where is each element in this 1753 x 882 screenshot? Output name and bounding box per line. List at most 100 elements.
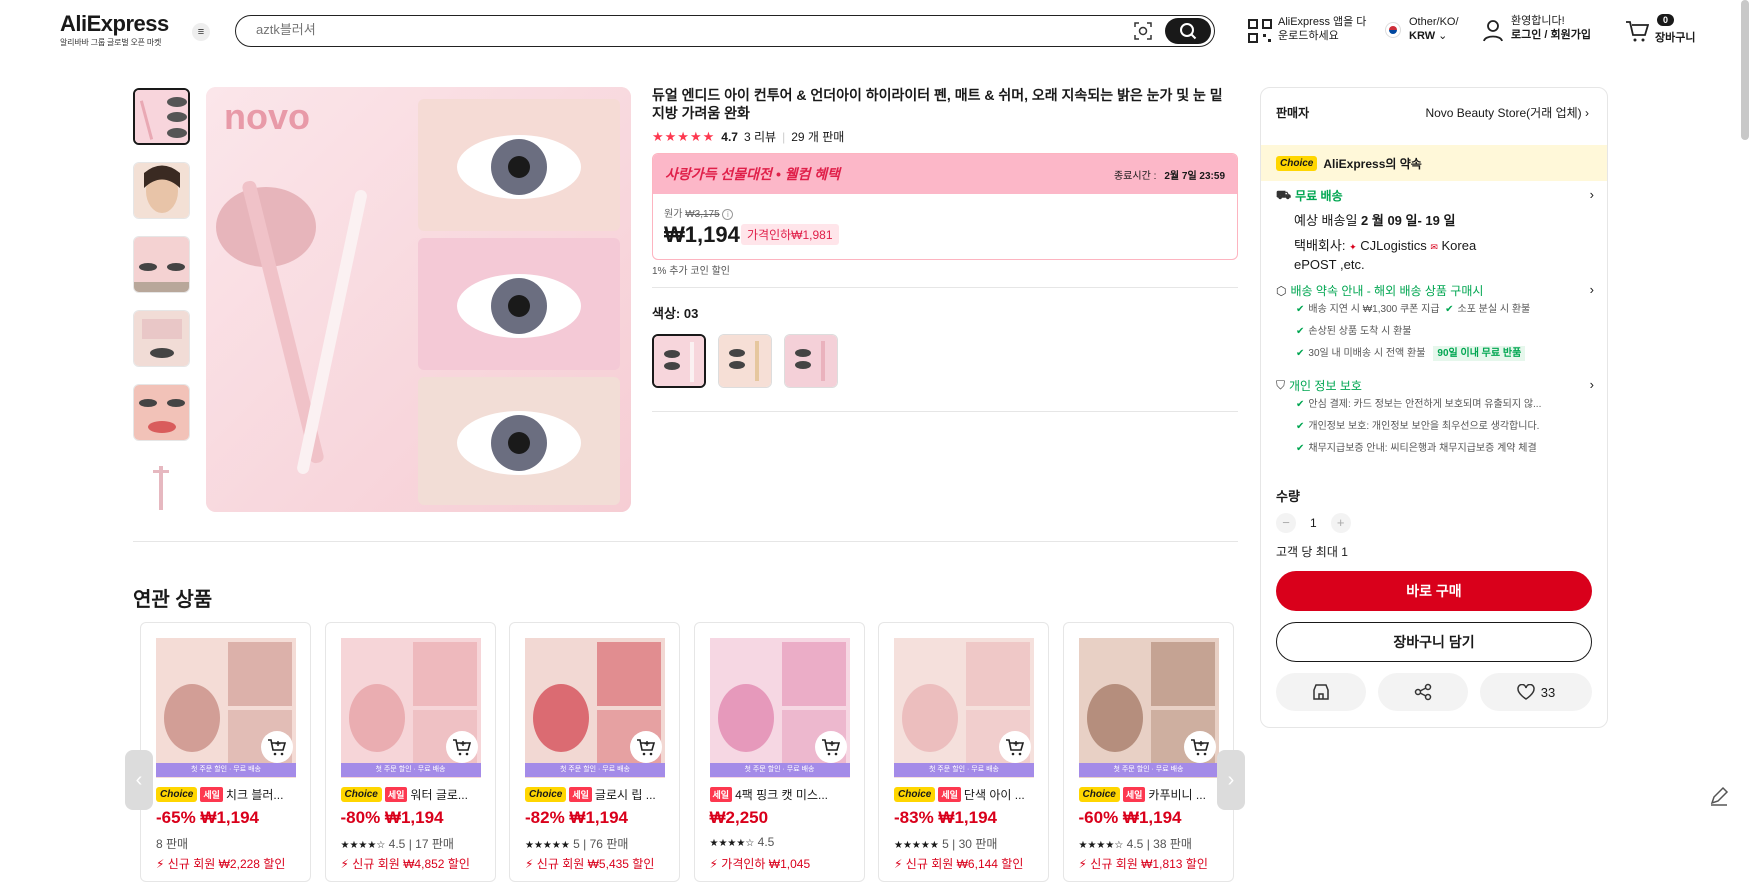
max-quantity-note: 고객 당 최대 1 [1276,545,1348,559]
new-user-discount: ⚡ 가격인하 ₩1,045 [710,855,811,872]
choice-promise-bar: Choice AliExpress의 약속 [1261,145,1607,181]
carousel-prev-button[interactable]: ‹ [125,750,153,810]
sale-badge: 세일 [200,787,223,802]
image-search-icon[interactable] [1134,22,1152,40]
privacy-row-1: ✔ 안심 결제: 카드 정보는 안전하게 보호되며 유출되지 않... [1276,394,1594,416]
product-card[interactable]: 첫 주문 할인 · 무료 배송 세일 4팩 핑크 캣 미스... ₩2,250 ★★★★… [693,622,865,882]
add-to-cart-icon[interactable] [814,731,847,763]
product-card[interactable]: 첫 주문 할인 · 무료 배송 Choice 세일 워터 글로... -80% ₩1,1… [324,622,496,882]
increase-button[interactable]: + [1330,513,1351,533]
thumbnail-6[interactable] [133,458,190,515]
promo-title: 사랑가득 선물대전 • 웰컴 혜택 [665,164,840,184]
product-card-meta: ★★★★☆ 4.5 | 38 판매 [1079,835,1192,852]
add-to-cart-icon[interactable] [999,731,1031,763]
account-link[interactable]: 환영합니다! 로그인 / 회원가입 [1511,14,1591,42]
shipping-eta: 예상 배송일 2 월 09 일- 19 일 [1276,210,1594,229]
quantity-label: 수량 [1276,489,1300,504]
choice-badge: Choice [894,787,936,802]
choice-badge: Choice [156,787,198,802]
aliexpress-logo[interactable]: AliExpress 알리바바 그룹 글로벌 오픈 마켓 [60,12,178,48]
guarantee-row-2: ✔ 손상된 상품 도착 시 환불 [1276,321,1594,343]
share-button[interactable] [1378,673,1468,711]
chevron-right-icon: › [1589,187,1594,202]
chevron-down-icon: ⌄ [1435,30,1448,42]
quantity-value[interactable]: 1 [1310,516,1317,530]
guarantee-1: 배송 지연 시 ₩1,300 쿠폰 지급 [1308,304,1440,315]
chevron-right-icon: › [1589,282,1594,297]
product-card-name: Choice 세일 글로시 립 ... [525,786,670,803]
product-card[interactable]: 첫 주문 할인 · 무료 배송 Choice 세일 치크 블러... -65% ₩1,1… [140,622,311,882]
discount-badge: 가격인하₩1,981 [741,224,839,245]
add-to-cart-icon[interactable] [261,731,293,763]
add-to-cart-icon[interactable] [1183,731,1216,763]
rating-stars: ★★★★★ [894,840,939,851]
search-input[interactable] [256,22,1116,37]
product-card[interactable]: 첫 주문 할인 · 무료 배송 Choice 세일 글로시 립 ... -82% ₩1,… [509,622,680,882]
info-icon[interactable]: i [722,209,734,220]
product-card-name: Choice 세일 워터 글로... [340,786,486,803]
thumbnail-4[interactable] [133,310,190,367]
review-count[interactable]: 3 리뷰 [744,128,776,145]
app-line2: 운로드하세요 [1278,30,1339,42]
product-card-sales: 5 | 76 판매 [573,837,629,851]
product-card-meta: ★★★★☆ 4.5 | 17 판매 [341,835,454,852]
wishlist-count: 33 [1540,684,1556,700]
flame-icon: ⚡ [340,857,349,871]
product-card-price: -82% ₩1,194 [525,808,628,827]
welcome-text: 환영합니다! [1511,15,1565,27]
search-icon [1180,23,1197,40]
product-card-title: 글로시 립 ... [594,788,656,802]
flame-icon: ⚡ [156,857,165,871]
edit-icon[interactable] [1708,785,1730,807]
color-option-2[interactable] [718,334,772,388]
product-card[interactable]: 첫 주문 할인 · 무료 배송 Choice 세일 단색 아이 ... -83% ₩1,… [878,622,1049,882]
thumbnail-3[interactable] [133,236,190,293]
product-card-title: 카푸비니 ... [1148,788,1206,802]
add-to-cart-button[interactable]: 장바구니 담기 [1276,622,1592,662]
add-to-cart-icon[interactable] [445,731,478,763]
flame-icon: ⚡ [894,857,903,871]
product-card-price: -65% ₩1,194 [156,808,259,827]
color-option-1[interactable] [652,334,706,388]
store-button[interactable] [1276,673,1366,711]
app-download-link[interactable]: AliExpress 앱을 다 운로드하세요 [1278,15,1378,43]
rating-row[interactable]: ★★★★★ 4.7 3 리뷰 | 29 개 판매 [652,128,844,145]
main-product-image[interactable]: novo [206,87,631,512]
add-to-cart-icon[interactable] [630,731,662,763]
privacy-row-2: ✔ 개인정보 보호: 개인정보 보안을 최우선으로 생각합니다. [1276,416,1594,438]
page-scrollbar[interactable] [1741,0,1749,140]
privacy-section[interactable]: ⛉ 개인 정보 보호 › ✔ 안심 결제: 카드 정보는 안전하게 보호되며 유출되… [1276,377,1594,460]
sale-badge: 세일 [1122,787,1146,802]
first-order-banner: 첫 주문 할인 · 무료 배송 [1078,763,1219,777]
cart-label[interactable]: 장바구니 [1655,29,1695,45]
shipping-section[interactable]: ⛟ 무료 배송 › 예상 배송일 2 월 09 일- 19 일 택배회사: ✦ C… [1276,187,1594,272]
new-user-discount: ⚡ 신규 회원 ₩6,144 할인 [894,855,1023,872]
thumbnail-1[interactable] [133,88,190,145]
promo-end: 종료시간 : 2월 7일 23:59 [1114,167,1225,182]
buy-now-button[interactable]: 바로 구매 [1276,571,1592,611]
search-bar [235,15,1215,47]
new-user-discount: ⚡ 신규 회원 ₩5,435 할인 [525,855,654,872]
wishlist-button[interactable]: 33 [1480,673,1592,711]
user-icon[interactable] [1483,20,1503,42]
search-button[interactable] [1165,18,1211,44]
purchase-panel: 판매자 Novo Beauty Store(거래 업체) › Choice Al… [1260,87,1608,728]
thumbnail-2[interactable] [133,162,190,219]
rating-stars: ★★★★★ [525,840,570,851]
currency-label: KRW [1409,30,1436,42]
color-option-3[interactable] [784,334,838,388]
login-signup-text: 로그인 / 회원가입 [1511,29,1592,41]
carousel-next-button[interactable]: › [1217,750,1245,810]
related-products-heading: 연관 상품 [133,589,213,611]
qr-code-icon[interactable] [1248,19,1272,43]
divider [652,287,1238,288]
decrease-button[interactable]: − [1276,513,1296,533]
quantity-stepper: − 1 + [1276,513,1351,533]
menu-icon[interactable]: ≡ [192,23,210,41]
seller-name-link[interactable]: Novo Beauty Store(거래 업체) › [1425,104,1589,121]
cart-icon[interactable] [1625,19,1649,43]
delivery-guarantee-section[interactable]: ⬡ 배송 약속 안내 - 해외 배송 상품 구매시 › ✔ 배송 지연 시 ₩1,3… [1276,282,1594,365]
language-currency-selector[interactable]: Other/KO/ KRW ⌄ [1409,15,1459,43]
product-card[interactable]: 첫 주문 할인 · 무료 배송 Choice 세일 카푸비니 ... -60% ₩1,1… [1062,622,1234,882]
thumbnail-5[interactable] [133,384,190,441]
